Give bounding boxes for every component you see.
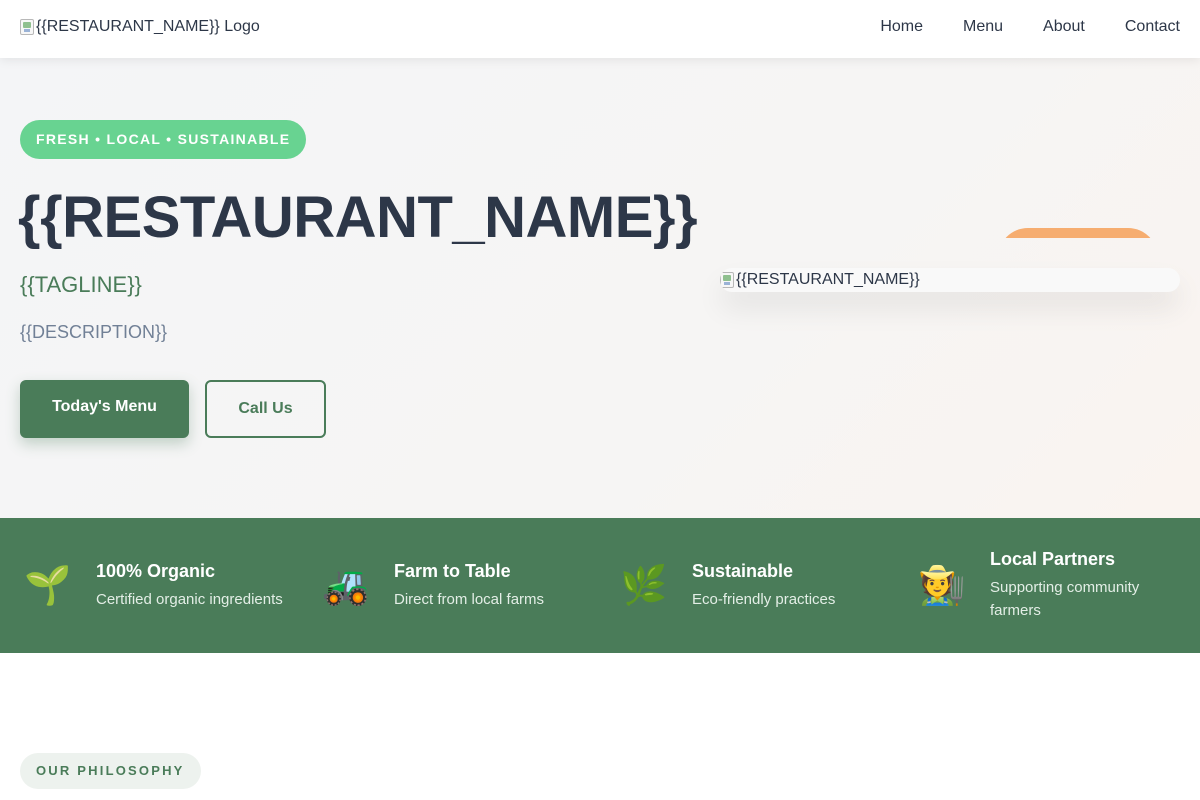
feature-desc: Eco-friendly practices bbox=[692, 590, 836, 608]
feature-title: 100% Organic bbox=[96, 560, 216, 581]
feature-desc: Direct from local farms bbox=[394, 590, 545, 608]
hero-description: {{DESCRIPTION}} bbox=[20, 322, 168, 342]
nav-home[interactable]: Home bbox=[880, 18, 923, 36]
todays-menu-button[interactable]: Today's Menu bbox=[20, 380, 189, 438]
hero-image-alt-text: {{RESTAURANT_NAME}} bbox=[736, 271, 920, 288]
seedling-icon: 🌱 bbox=[24, 563, 72, 607]
feature-item: 🧑‍🌾 Local Partners Supporting community … bbox=[894, 518, 1192, 653]
feature-title: Farm to Table bbox=[394, 560, 511, 581]
hero-image: {{RESTAURANT_NAME}} bbox=[720, 268, 1180, 292]
nav-contact[interactable]: Contact bbox=[1125, 18, 1180, 36]
feature-desc: Certified organic ingredients bbox=[96, 590, 283, 608]
feature-item: 🚜 Farm to Table Direct from local farms bbox=[298, 518, 596, 653]
nav-about[interactable]: About bbox=[1043, 18, 1085, 36]
features-strip: 🌱 100% Organic Certified organic ingredi… bbox=[0, 518, 1200, 653]
logo[interactable]: {{RESTAURANT_NAME}} Logo bbox=[20, 18, 260, 36]
nav-menu[interactable]: Menu bbox=[963, 18, 1003, 36]
hero-section: FRESH • LOCAL • SUSTAINABLE {{RESTAURANT… bbox=[0, 58, 1200, 518]
feature-item: 🌿 Sustainable Eco-friendly practices bbox=[596, 518, 894, 653]
feature-title: Local Partners bbox=[990, 549, 1116, 569]
herb-icon: 🌿 bbox=[620, 563, 668, 607]
main-nav: Home Menu About Contact bbox=[880, 18, 1180, 36]
call-us-button[interactable]: Call Us bbox=[205, 380, 326, 438]
hero-title: {{RESTAURANT_NAME}} bbox=[18, 185, 698, 250]
logo-alt-text: {{RESTAURANT_NAME}} Logo bbox=[36, 18, 260, 35]
tractor-icon: 🚜 bbox=[322, 563, 370, 607]
broken-image-icon bbox=[20, 19, 34, 35]
broken-image-icon bbox=[720, 272, 734, 288]
feature-title: Sustainable bbox=[692, 560, 794, 581]
site-header: {{RESTAURANT_NAME}} Logo Home Menu About… bbox=[0, 0, 1200, 58]
farmer-icon: 🧑‍🌾 bbox=[918, 563, 966, 607]
hero-badge: FRESH • LOCAL • SUSTAINABLE bbox=[20, 120, 307, 159]
hero-tagline: {{TAGLINE}} bbox=[20, 272, 142, 297]
feature-desc: Supporting community farmers bbox=[990, 579, 1140, 619]
philosophy-badge: OUR PHILOSOPHY bbox=[20, 753, 201, 789]
feature-item: 🌱 100% Organic Certified organic ingredi… bbox=[0, 518, 298, 653]
